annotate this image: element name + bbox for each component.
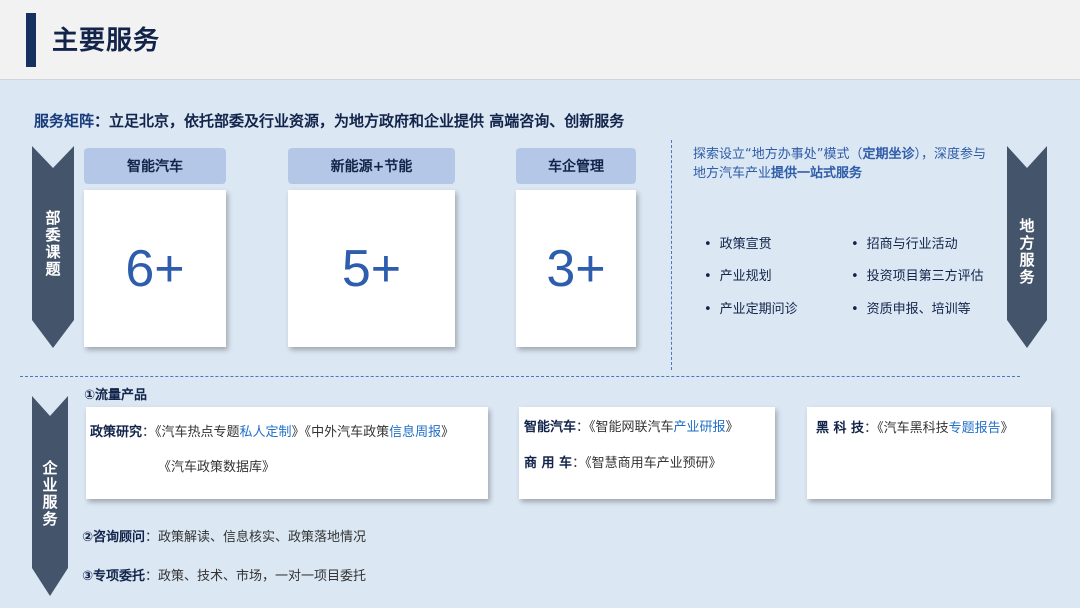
smart-car-text-c: 》 [725, 420, 739, 435]
local-bullet: • 投资项目第三方评估 [851, 265, 984, 284]
category-header-smart-car: 智能汽车 [84, 148, 226, 184]
special-commission-label: ③专项委托 [82, 569, 146, 584]
ministry-topics-arrow: 部 委 课 题 [32, 146, 74, 348]
bullet-dot-icon: • [851, 302, 859, 317]
local-bullet: • 产业定期问诊 [704, 298, 798, 317]
commercial-vehicle-text: 《智慧商用车产业预研》 [585, 456, 722, 471]
enterprise-service-label-2: 业 [42, 476, 58, 494]
category-header-new-energy: 新能源+节能 [288, 148, 455, 184]
bullet-text: 投资项目第三方评估 [866, 269, 984, 284]
category-header-automaker-mgmt: 车企管理 [516, 148, 636, 184]
smart-car-sep: ： [576, 420, 590, 435]
policy-research-sep: ： [142, 425, 156, 440]
local-service-bold-1: 定期坐诊 [862, 147, 915, 162]
consulting-label: ②咨询顾问 [82, 530, 146, 545]
policy-text-a: 《汽车热点专题 [155, 425, 240, 440]
policy-text-e: 》 [441, 425, 455, 440]
local-bullet: • 产业规划 [704, 265, 772, 284]
black-tech-label: 黑 科 技 [816, 421, 865, 436]
bullet-dot-icon: • [704, 237, 712, 252]
local-service-label-1: 地 [1019, 217, 1035, 235]
vertical-divider [671, 140, 672, 370]
local-service-label-4: 务 [1019, 268, 1035, 286]
category-value-new-energy: 5+ [288, 190, 455, 347]
tagline-text: ：立足北京，依托部委及行业资源，为地方政府和企业提供 高端咨询、创新服务 [94, 112, 625, 130]
flow-products-heading: ①流量产品 [84, 388, 148, 403]
consulting-line: ②咨询顾问：政策解读、信息核实、政策落地情况 [82, 526, 366, 545]
local-bullet: • 政策宣贯 [704, 233, 772, 252]
consulting-text: ：政策解读、信息核实、政策落地情况 [145, 530, 367, 545]
bullet-dot-icon: • [704, 302, 712, 317]
policy-research-line-2: 《汽车政策数据库》 [158, 460, 276, 475]
enterprise-service-label-1: 企 [42, 459, 58, 477]
bullet-text: 资质申报、培训等 [866, 302, 971, 317]
policy-research-line-1: 政策研究：《汽车热点专题私人定制》《中外汽车政策信息周报》 [90, 421, 454, 440]
bullet-text: 政策宣贯 [719, 237, 772, 252]
local-service-bold-2: 提供一站式服务 [771, 166, 863, 181]
local-service-label-2: 方 [1019, 234, 1035, 252]
bullet-text: 产业定期问诊 [719, 302, 798, 317]
policy-highlight-private: 私人定制 [239, 425, 292, 440]
commercial-vehicle-sep: ： [572, 456, 586, 471]
category-value-automaker-mgmt: 3+ [516, 190, 636, 347]
local-bullet: • 资质申报、培训等 [851, 298, 971, 317]
policy-text-c: 》《中外汽车政策 [291, 425, 390, 440]
black-tech-line: 黑 科 技：《汽车黑科技专题报告》 [816, 417, 1014, 436]
special-commission-line: ③专项委托：政策、技术、市场，一对一项目委托 [82, 565, 366, 584]
enterprise-service-arrow: 企 业 服 务 [32, 396, 68, 596]
ministry-topics-label-3: 课 [45, 243, 61, 261]
ministry-topics-label-4: 题 [45, 260, 61, 278]
title-accent-bar [26, 13, 36, 67]
local-bullet: • 招商与行业活动 [851, 233, 958, 252]
bullet-dot-icon: • [851, 269, 859, 284]
bullet-dot-icon: • [704, 269, 712, 284]
policy-highlight-weekly: 信息周报 [389, 425, 442, 440]
page-title: 主要服务 [52, 26, 161, 56]
header: 主要服务 [0, 0, 1080, 80]
smart-car-text-a: 《智能网联汽车 [589, 420, 674, 435]
black-tech-text-a: 《汽车黑科技 [877, 421, 949, 436]
policy-research-label: 政策研究 [90, 425, 143, 440]
black-tech-sep: ： [864, 421, 878, 436]
horizontal-divider [20, 376, 1020, 377]
bullet-dot-icon: • [851, 237, 859, 252]
commercial-vehicle-line: 商 用 车：《智慧商用车产业预研》 [524, 452, 722, 471]
bullet-text: 招商与行业活动 [866, 237, 958, 252]
smart-car-products-line: 智能汽车：《智能网联汽车产业研报》 [524, 416, 739, 435]
special-commission-text: ：政策、技术、市场，一对一项目委托 [145, 569, 367, 584]
category-value-smart-car: 6+ [84, 190, 226, 347]
bullet-text: 产业规划 [719, 269, 772, 284]
enterprise-service-label-4: 务 [42, 510, 58, 528]
service-matrix-tagline: 服务矩阵：立足北京，依托部委及行业资源，为地方政府和企业提供 高端咨询、创新服务 [34, 110, 624, 131]
ministry-topics-label-2: 委 [45, 226, 61, 244]
local-service-arrow: 地 方 服 务 [1007, 146, 1047, 348]
tagline-lead: 服务矩阵 [34, 112, 95, 130]
smart-car-label: 智能汽车 [524, 420, 577, 435]
black-tech-text-c: 》 [1000, 421, 1014, 436]
commercial-vehicle-label: 商 用 车 [524, 456, 573, 471]
local-service-description: 探索设立“地方办事处”模式（定期坐诊），深度参与地方汽车产业提供一站式服务 [693, 145, 998, 183]
local-service-text-1: 探索设立“地方办事处”模式（ [693, 147, 863, 162]
black-tech-highlight: 专题报告 [948, 421, 1001, 436]
ministry-topics-label-1: 部 [45, 209, 61, 227]
smart-car-highlight: 产业研报 [673, 420, 726, 435]
enterprise-service-label-3: 服 [42, 493, 58, 511]
local-service-label-3: 服 [1019, 251, 1035, 269]
